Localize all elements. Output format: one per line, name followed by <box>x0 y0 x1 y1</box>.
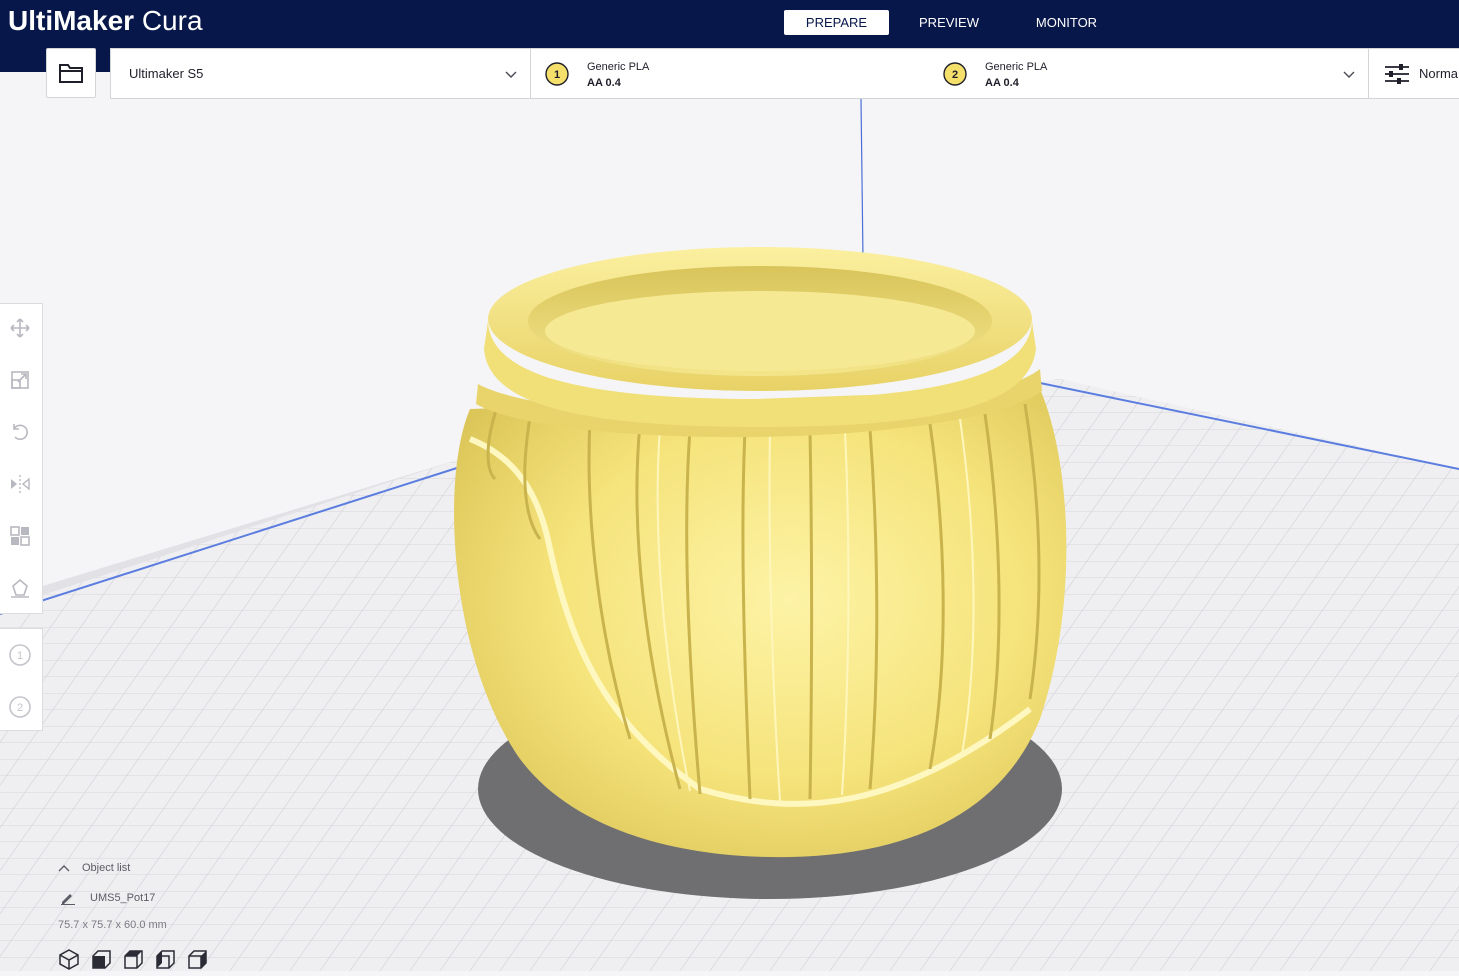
top-view-icon[interactable] <box>122 948 144 970</box>
mirror-icon <box>11 475 30 493</box>
support-blocker-icon <box>11 578 29 598</box>
3d-view-icon[interactable] <box>58 948 80 970</box>
rotate-tool-button[interactable] <box>6 418 34 446</box>
extruder-badge-icon: 2 <box>9 696 31 718</box>
extruder-badge-icon: 2 <box>943 62 967 86</box>
per-model-settings-icon <box>10 526 30 546</box>
object-name-row[interactable]: UMS5_Pot17 <box>60 891 155 905</box>
pencil-icon <box>61 894 75 905</box>
move-tool-button[interactable] <box>6 314 34 342</box>
print-settings-selector[interactable]: Norma <box>1369 49 1459 98</box>
svg-text:2: 2 <box>17 702 23 714</box>
machine-toolbar: Ultimaker S5 1 Generic PLA AA 0.4 2 Gene… <box>110 48 1459 99</box>
extruder-1-config[interactable]: 1 Generic PLA AA 0.4 <box>545 49 935 98</box>
extruder-1-material: Generic PLA <box>587 61 650 73</box>
logo-product: Cura <box>141 5 203 36</box>
stage-tabs: PREPARE PREVIEW MONITOR <box>784 10 1124 35</box>
extruder-tool-panel: 1 2 <box>0 628 43 731</box>
tab-preview[interactable]: PREVIEW <box>889 10 1009 35</box>
move-icon <box>10 318 30 338</box>
buildvolume-vertical-edge <box>860 98 864 260</box>
printer-selector[interactable]: Ultimaker S5 <box>111 49 531 98</box>
tab-monitor[interactable]: MONITOR <box>1009 10 1124 35</box>
extruder-1-core: AA 0.4 <box>587 77 621 89</box>
model-pot-body <box>454 389 1067 858</box>
extruder-1-button[interactable]: 1 <box>6 641 34 669</box>
chevron-down-icon <box>1343 71 1355 78</box>
object-name: UMS5_Pot17 <box>90 892 156 904</box>
chevron-up-icon <box>58 865 70 872</box>
extruder-2-core: AA 0.4 <box>985 77 1019 89</box>
sliders-icon <box>1385 64 1409 84</box>
extruder-badge-icon: 1 <box>9 644 31 666</box>
svg-text:2: 2 <box>952 69 958 81</box>
tab-prepare[interactable]: PREPARE <box>784 10 889 35</box>
extruder-badge-icon: 1 <box>545 62 569 86</box>
viewport-scene <box>0 98 1459 971</box>
svg-text:1: 1 <box>554 69 560 81</box>
extruder-2-button[interactable]: 2 <box>6 693 34 721</box>
support-blocker-button[interactable] <box>6 574 34 602</box>
open-file-button[interactable] <box>46 48 96 98</box>
3d-viewport[interactable] <box>0 98 1459 971</box>
object-list-toggle[interactable]: Object list <box>58 862 130 874</box>
scale-tool-button[interactable] <box>6 366 34 394</box>
scale-icon <box>11 371 29 389</box>
rotate-icon <box>13 424 28 441</box>
svg-text:1: 1 <box>17 650 23 662</box>
transform-tool-panel <box>0 303 43 614</box>
app-logo: UltiMaker Cura <box>8 4 203 38</box>
extruder-configuration[interactable]: 1 Generic PLA AA 0.4 2 Generic PLA AA 0.… <box>531 49 1369 98</box>
front-view-icon[interactable] <box>90 948 112 970</box>
model-pot-inner-floor <box>545 291 975 371</box>
object-dimensions: 75.7 x 75.7 x 60.0 mm <box>58 919 167 931</box>
logo-brand: UltiMaker <box>8 5 135 36</box>
printer-name: Ultimaker S5 <box>129 66 204 81</box>
mirror-tool-button[interactable] <box>6 470 34 498</box>
extruder-2-material: Generic PLA <box>985 61 1048 73</box>
right-view-icon[interactable] <box>186 948 208 970</box>
print-profile-label: Norma <box>1419 66 1459 81</box>
left-view-icon[interactable] <box>154 948 176 970</box>
view-orientation-buttons <box>58 948 208 970</box>
extruder-2-config[interactable]: 2 Generic PLA AA 0.4 <box>943 49 1333 98</box>
object-list-label: Object list <box>82 862 131 874</box>
folder-icon <box>59 64 83 83</box>
chevron-down-icon <box>505 71 517 78</box>
per-model-settings-button[interactable] <box>6 522 34 550</box>
